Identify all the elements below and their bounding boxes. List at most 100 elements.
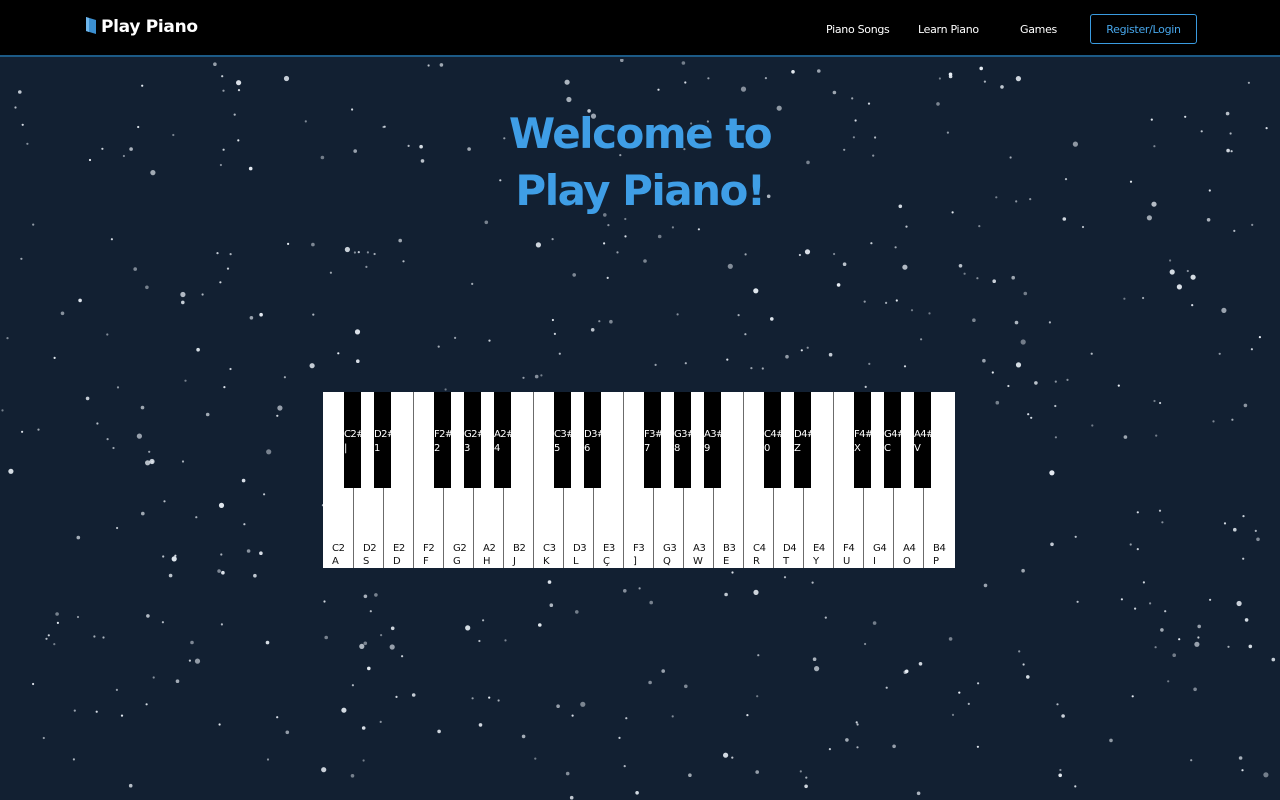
star-dot — [1142, 296, 1145, 300]
nav-games[interactable]: Games — [1020, 23, 1057, 36]
key-shortcut-label: I — [873, 556, 876, 567]
star-dot — [1034, 381, 1038, 385]
key-shortcut-label: J — [513, 556, 516, 567]
star-dot — [120, 714, 124, 717]
star-dot — [402, 260, 405, 263]
star-dot — [556, 704, 560, 708]
star-dot — [437, 345, 440, 348]
star-dot — [746, 714, 749, 717]
star-dot — [95, 710, 98, 713]
key-note-label: E2 — [393, 543, 405, 554]
key-note-label: C4# — [764, 429, 785, 440]
brand-logo[interactable]: Play Piano — [86, 16, 198, 37]
nav-piano-songs[interactable]: Piano Songs — [826, 23, 890, 36]
black-key-g2-sharp[interactable]: G2# 3 — [464, 392, 485, 488]
star-dot — [1225, 111, 1230, 116]
register-login-button[interactable]: Register/Login — [1090, 14, 1197, 44]
nav-learn-piano[interactable]: Learn Piano — [918, 23, 979, 36]
black-key-f2-sharp[interactable]: F2# 2 — [434, 392, 453, 488]
star-dot — [649, 600, 653, 605]
key-note-label: F4# — [854, 429, 873, 440]
black-key-d4-sharp[interactable]: D4# Z — [794, 392, 815, 488]
star-dot — [205, 412, 210, 417]
star-dot — [684, 81, 687, 84]
star-dot — [1172, 653, 1176, 657]
star-dot — [101, 147, 104, 150]
star-dot — [905, 225, 908, 228]
star-dot — [1229, 132, 1232, 135]
star-dot — [478, 723, 483, 727]
black-key-g3-sharp[interactable]: G3# 8 — [674, 392, 695, 488]
star-dot — [411, 693, 416, 697]
black-key-d2-sharp[interactable]: D2# 1 — [374, 392, 395, 488]
black-key-c3-sharp[interactable]: C3# 5 — [554, 392, 575, 488]
star-dot — [603, 242, 606, 245]
key-note-label: C2# — [344, 429, 365, 440]
star-dot — [855, 721, 858, 724]
star-dot — [1011, 275, 1015, 280]
star-dot — [828, 352, 833, 357]
star-dot — [798, 253, 802, 257]
star-dot — [852, 136, 856, 139]
star-dot — [1056, 703, 1059, 706]
star-dot — [365, 265, 368, 268]
star-dot — [598, 320, 601, 323]
star-dot — [213, 62, 217, 66]
star-dot — [1109, 738, 1113, 743]
star-dot — [967, 702, 970, 706]
star-dot — [1091, 424, 1094, 427]
black-key-a3-sharp[interactable]: A3# 9 — [704, 392, 724, 488]
star-dot — [188, 659, 191, 662]
star-dot — [337, 352, 340, 355]
hero-title-line-2: Play Piano! — [515, 166, 766, 215]
star-dot — [407, 144, 410, 147]
black-key-f3-sharp[interactable]: F3# 7 — [644, 392, 663, 488]
black-key-d3-sharp[interactable]: D3# 6 — [584, 392, 605, 488]
star-dot — [756, 695, 759, 698]
star-dot — [1271, 657, 1276, 662]
star-dot — [1054, 404, 1057, 408]
star-dot — [744, 333, 747, 336]
star-dot — [229, 367, 232, 371]
star-dot — [420, 159, 425, 163]
star-dot — [1015, 362, 1022, 368]
key-note-label: C2 — [332, 543, 345, 554]
star-dot — [137, 125, 140, 129]
key-note-label: E3 — [603, 543, 615, 554]
star-dot — [351, 684, 354, 687]
star-dot — [369, 610, 372, 613]
star-dot — [363, 594, 368, 599]
star-dot — [623, 589, 627, 593]
star-dot — [1061, 714, 1065, 718]
star-dot — [1227, 645, 1230, 648]
star-dot — [902, 264, 908, 270]
star-dot — [285, 730, 290, 735]
key-shortcut-label: Z — [794, 443, 801, 454]
black-key-c2-sharp[interactable]: C2# | — [344, 392, 365, 488]
star-dot — [638, 587, 641, 590]
star-dot — [146, 614, 150, 618]
star-dot — [150, 170, 156, 176]
star-dot — [785, 354, 789, 359]
black-key-c4-sharp[interactable]: C4# 0 — [764, 392, 785, 488]
star-dot — [551, 238, 554, 241]
key-note-label: B2 — [513, 543, 526, 554]
star-dot — [276, 716, 279, 719]
star-dot — [219, 163, 222, 167]
star-dot — [161, 621, 164, 624]
key-note-label: A4# — [914, 429, 934, 440]
key-shortcut-label: U — [843, 556, 850, 567]
star-dot — [1236, 600, 1242, 607]
star-dot — [220, 553, 223, 556]
star-dot — [195, 516, 198, 519]
star-dot — [903, 365, 907, 368]
black-key-a4-sharp[interactable]: A4# V — [914, 392, 934, 488]
black-key-a2-sharp[interactable]: A2# 4 — [494, 392, 514, 488]
star-dot — [1243, 403, 1248, 408]
black-key-f4-sharp[interactable]: F4# X — [854, 392, 873, 488]
star-dot — [1251, 223, 1254, 226]
star-dot — [20, 257, 23, 260]
star-dot — [948, 74, 953, 79]
black-key-g4-sharp[interactable]: G4# C — [884, 392, 905, 488]
star-dot — [979, 66, 983, 71]
